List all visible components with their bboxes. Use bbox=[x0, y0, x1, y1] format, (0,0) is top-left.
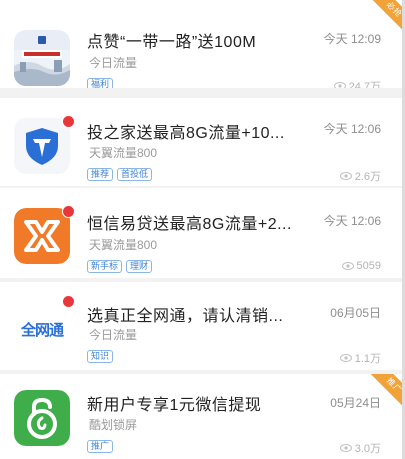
unread-dot bbox=[62, 115, 75, 128]
item-time: 今天 12:06 bbox=[323, 122, 381, 136]
item-tags: 福利 bbox=[87, 78, 114, 88]
eye-icon bbox=[339, 444, 352, 452]
list-item[interactable]: 全网通 选真正全网通，请认清销... 今日流量 知识 06月05日 1.1万 bbox=[0, 282, 405, 370]
tag-badge: 推荐 bbox=[87, 168, 114, 181]
tag-badge: 知识 bbox=[87, 350, 114, 363]
item-tags: 推广 bbox=[87, 440, 114, 453]
tag-badge: 首投低 bbox=[117, 168, 153, 181]
item-time: 今天 12:09 bbox=[323, 32, 381, 46]
item-tags: 推荐 首投低 bbox=[87, 168, 153, 181]
unread-dot bbox=[62, 295, 75, 308]
item-source: 酷划锁屏 bbox=[89, 418, 138, 432]
view-count: 24.7万 bbox=[348, 81, 381, 88]
item-source: 今日流量 bbox=[89, 328, 138, 342]
quanwangtong-logo-text: 全网通 bbox=[20, 321, 64, 339]
item-title: 投之家送最高8G流量+10... bbox=[87, 125, 285, 142]
tag-badge: 推广 bbox=[87, 440, 114, 453]
item-views: 1.1万 bbox=[339, 350, 381, 366]
message-list-screen: 点赞“一带一路”送100M 今日流量 福利 今天 12:09 24.7万 必抢 … bbox=[0, 0, 405, 459]
item-source: 今日流量 bbox=[89, 56, 138, 70]
list-item[interactable]: 新用户专享1元微信提现 酷划锁屏 推广 05月24日 3.0万 推广 bbox=[0, 374, 405, 459]
item-tags: 新手标 理财 bbox=[87, 260, 153, 273]
eye-icon bbox=[341, 262, 354, 270]
item-title: 新用户专享1元微信提现 bbox=[87, 397, 262, 414]
item-views: 5059 bbox=[341, 260, 381, 272]
item-title: 点赞“一带一路”送100M bbox=[87, 34, 257, 51]
view-count: 5059 bbox=[356, 260, 381, 272]
item-views: 24.7万 bbox=[333, 78, 381, 88]
eye-icon bbox=[339, 172, 352, 180]
unread-dot bbox=[62, 205, 75, 218]
item-source: 天翼流量800 bbox=[89, 146, 158, 160]
tag-badge: 理财 bbox=[126, 260, 153, 273]
item-source: 天翼流量800 bbox=[89, 238, 158, 252]
tag-badge: 新手标 bbox=[87, 260, 123, 273]
list-item[interactable]: 点赞“一带一路”送100M 今日流量 福利 今天 12:09 24.7万 必抢 bbox=[0, 0, 405, 88]
item-tags: 知识 bbox=[87, 350, 114, 363]
shield-v-logo-icon bbox=[14, 118, 70, 174]
list-item[interactable]: 恒信易贷送最高8G流量+2... 天翼流量800 新手标 理财 今天 12:06… bbox=[0, 188, 405, 278]
item-time: 05月24日 bbox=[330, 396, 381, 410]
hengxin-orange-logo-icon bbox=[14, 208, 70, 264]
view-count: 3.0万 bbox=[354, 443, 381, 455]
item-title: 选真正全网通，请认清销... bbox=[87, 308, 284, 325]
list-item[interactable]: 投之家送最高8G流量+10... 天翼流量800 推荐 首投低 今天 12:06… bbox=[0, 98, 405, 186]
green-unlock-logo-icon bbox=[14, 390, 70, 446]
one-belt-one-road-banner-icon bbox=[14, 30, 70, 86]
view-count: 1.1万 bbox=[354, 353, 381, 365]
tag-badge: 福利 bbox=[87, 78, 114, 88]
item-title: 恒信易贷送最高8G流量+2... bbox=[87, 216, 292, 233]
quanwangtong-logo-icon: 全网通 bbox=[14, 300, 70, 356]
item-time: 今天 12:06 bbox=[323, 214, 381, 228]
eye-icon bbox=[339, 354, 352, 362]
item-views: 2.6万 bbox=[339, 168, 381, 184]
item-time: 06月05日 bbox=[330, 306, 381, 320]
eye-icon bbox=[333, 82, 346, 88]
item-views: 3.0万 bbox=[339, 440, 381, 456]
view-count: 2.6万 bbox=[354, 171, 381, 183]
